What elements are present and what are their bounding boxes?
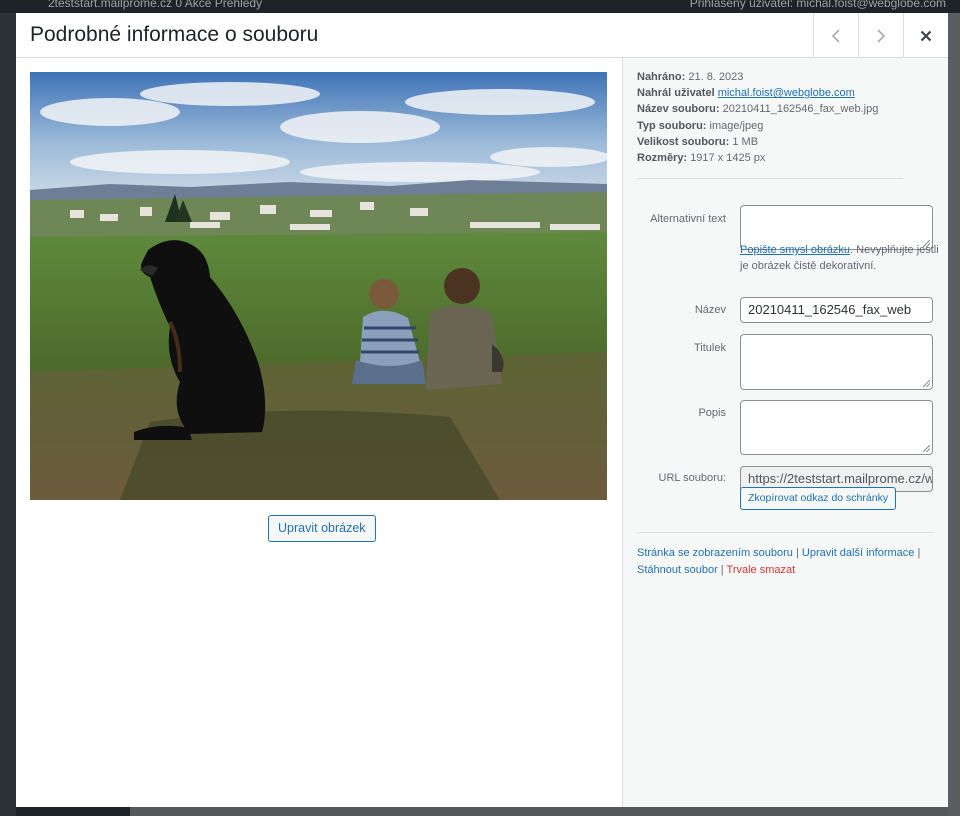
modal-header: Podrobné informace o souboru — [16, 13, 948, 58]
caption-label: Titulek — [694, 342, 726, 354]
description-field[interactable] — [740, 400, 933, 455]
admin-sidebar-backdrop — [0, 13, 16, 816]
uploaded-by-row: Nahrál uživatel michal.foist@webglobe.co… — [637, 87, 855, 100]
delete-permanently-link[interactable]: Trvale smazat — [727, 564, 796, 576]
uploaded-on-row: Nahráno: 21. 8. 2023 — [637, 71, 744, 83]
resize-handle-icon[interactable] — [923, 380, 930, 387]
attachment-image — [30, 72, 607, 500]
edit-more-details-link[interactable]: Upravit další informace — [802, 547, 915, 559]
view-attachment-page-link[interactable]: Stránka se zobrazením souboru — [637, 547, 793, 559]
description-label: Popis — [698, 407, 726, 419]
uploader-link[interactable]: michal.foist@webglobe.com — [718, 87, 855, 99]
next-button[interactable] — [858, 13, 903, 58]
divider — [637, 178, 903, 179]
close-icon — [920, 30, 932, 41]
divider — [637, 532, 933, 533]
alt-text-help-link[interactable]: Popište smysl obrázku — [740, 244, 850, 256]
caption-field[interactable] — [740, 334, 933, 390]
overlay-backdrop — [948, 13, 960, 816]
close-button[interactable] — [903, 13, 948, 58]
modal-title: Podrobné informace o souboru — [30, 23, 319, 46]
photo-illustration — [30, 72, 607, 500]
attachment-info-sidebar: Nahráno: 21. 8. 2023 Nahrál uživatel mic… — [622, 58, 948, 807]
attachment-details-modal: Podrobné informace o souboru Upravit obr… — [16, 13, 948, 807]
chevron-left-icon — [831, 28, 840, 43]
alt-text-label: Alternativní text — [650, 213, 726, 225]
download-file-link[interactable]: Stáhnout soubor — [637, 564, 718, 576]
chevron-right-icon — [877, 28, 886, 43]
attachment-actions: Stránka se zobrazením souboru | Upravit … — [637, 547, 921, 576]
admin-content-backdrop — [130, 806, 960, 816]
image-preview-pane: Upravit obrázek — [16, 58, 622, 807]
admin-bar: 2teststart.mailprome.cz 0 Akce Přehledy … — [0, 0, 960, 13]
alt-text-help: Popište smysl obrázku. Nevyplňujte jestl… — [740, 244, 939, 272]
copy-url-button[interactable]: Zkopírovat odkaz do schránky — [740, 487, 897, 510]
edit-image-button[interactable]: Upravit obrázek — [268, 515, 376, 542]
title-field[interactable]: 20210411_162546_fax_web — [740, 297, 933, 323]
filetype-row: Typ souboru: image/jpeg — [637, 119, 764, 132]
dimensions-row: Rozměry: 1917 x 1425 px — [637, 152, 766, 165]
admin-bar-left: 2teststart.mailprome.cz 0 Akce Přehledy — [48, 0, 263, 10]
filesize-row: Velikost souboru: 1 MB — [637, 135, 759, 148]
previous-button[interactable] — [813, 13, 858, 58]
admin-bar-user: Přihlášený uživatel: michal.foist@webglo… — [689, 0, 946, 10]
file-details: Nahráno: 21. 8. 2023 Nahrál uživatel mic… — [637, 69, 937, 166]
file-url-label: URL souboru: — [658, 472, 726, 484]
title-label: Název — [694, 304, 726, 316]
filename-row: Název souboru: 20210411_162546_fax_web.j… — [637, 103, 879, 116]
resize-handle-icon[interactable] — [923, 445, 930, 452]
